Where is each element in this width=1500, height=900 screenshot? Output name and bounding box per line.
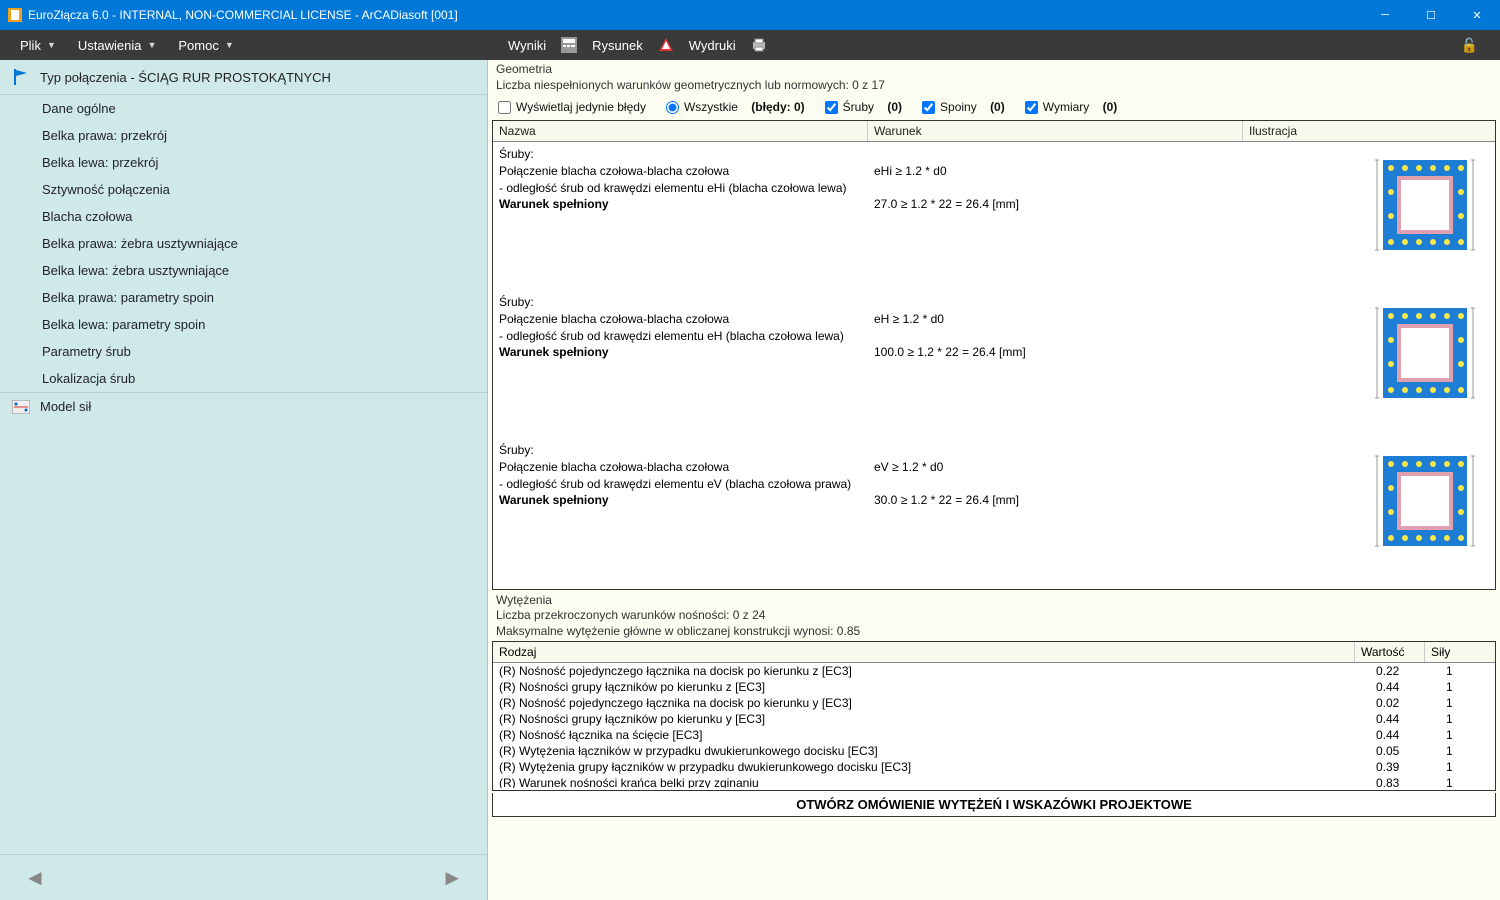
sidebar-item-6[interactable]: Belka lewa: żebra usztywniające xyxy=(0,257,487,284)
wytezenia-row[interactable]: (R) Nośność pojedynczego łącznika na doc… xyxy=(493,695,1495,711)
nav-arrows: ◄ ► xyxy=(0,854,487,900)
wytezenia-table: Rodzaj Wartość Siły (R) Nośność pojedync… xyxy=(492,641,1496,791)
wytezenia-row[interactable]: (R) Warunek nośności krańca belki przy z… xyxy=(493,775,1495,788)
lock-icon[interactable]: 🔓 xyxy=(1461,37,1478,54)
illustration-icon xyxy=(1375,298,1475,408)
close-button[interactable]: ✕ xyxy=(1454,0,1500,30)
sidebar-item-9[interactable]: Parametry śrub xyxy=(0,338,487,365)
geometria-table: Nazwa Warunek Ilustracja Śruby:Połączeni… xyxy=(492,120,1496,590)
maximize-button[interactable]: ☐ xyxy=(1408,0,1454,30)
sidebar-item-8[interactable]: Belka lewa: parametry spoin xyxy=(0,311,487,338)
prev-arrow[interactable]: ◄ xyxy=(24,865,46,891)
wytezenia-summary2: Maksymalne wytężenie główne w obliczanej… xyxy=(488,623,1500,639)
sidebar-item-10[interactable]: Lokalizacja śrub xyxy=(0,365,487,392)
sidebar-item-4[interactable]: Blacha czołowa xyxy=(0,203,487,230)
geometria-row[interactable]: Śruby:Połączenie blacha czołowa-blacha c… xyxy=(493,438,1495,586)
wytezenia-summary1: Liczba przekroczonych warunków nośności:… xyxy=(488,607,1500,623)
geometria-header-row: Nazwa Warunek Ilustracja xyxy=(493,121,1495,142)
content-panel: Geometria Liczba niespełnionych warunków… xyxy=(488,60,1500,900)
calculator-icon[interactable] xyxy=(560,36,578,54)
open-discussion-button[interactable]: OTWÓRZ OMÓWIENIE WYTĘŻEŃ I WSKAZÓWKI PRO… xyxy=(492,793,1496,817)
col-sily[interactable]: Siły xyxy=(1425,642,1495,662)
sidebar-item-1[interactable]: Belka prawa: przekrój xyxy=(0,122,487,149)
model-icon xyxy=(12,400,30,414)
warning-icon[interactable] xyxy=(657,36,675,54)
sidebar-item-2[interactable]: Belka lewa: przekrój xyxy=(0,149,487,176)
menu-rysunek[interactable]: Rysunek xyxy=(584,34,651,57)
printer-icon[interactable] xyxy=(750,36,768,54)
sidebar-item-model-sil[interactable]: Model sił xyxy=(0,392,487,420)
sidebar-header: Typ połączenia - ŚCIĄG RUR PROSTOKĄTNYCH xyxy=(0,60,487,95)
col-warunek[interactable]: Warunek xyxy=(868,121,1243,141)
col-ilustracja[interactable]: Ilustracja xyxy=(1243,121,1495,141)
wytezenia-row[interactable]: (R) Nośność pojedynczego łącznika na doc… xyxy=(493,663,1495,679)
sidebar: Typ połączenia - ŚCIĄG RUR PROSTOKĄTNYCH… xyxy=(0,60,488,900)
geometria-row[interactable]: Śruby:Połączenie blacha czołowa-blacha c… xyxy=(493,290,1495,438)
wytezenia-row[interactable]: (R) Wytężenia łączników w przypadku dwuk… xyxy=(493,743,1495,759)
menu-ustawienia[interactable]: Ustawienia▼ xyxy=(70,34,165,57)
geometria-summary: Liczba niespełnionych warunków geometryc… xyxy=(488,77,1500,96)
filter-errors-only[interactable]: Wyświetlaj jedynie błędy xyxy=(498,100,646,114)
geometria-title: Geometria xyxy=(488,60,1500,77)
nav-list: Dane ogólneBelka prawa: przekrójBelka le… xyxy=(0,95,487,854)
illustration-icon xyxy=(1375,446,1475,556)
sidebar-item-7[interactable]: Belka prawa: parametry spoin xyxy=(0,284,487,311)
illustration-icon xyxy=(1375,150,1475,260)
wytezenia-row[interactable]: (R) Nośność łącznika na ścięcie [EC3]0.4… xyxy=(493,727,1495,743)
menu-wyniki[interactable]: Wyniki xyxy=(500,34,554,57)
menubar: Plik▼ Ustawienia▼ Pomoc▼ Wyniki Rysunek … xyxy=(0,30,1500,60)
sidebar-item-0[interactable]: Dane ogólne xyxy=(0,95,487,122)
sidebar-title: Typ połączenia - ŚCIĄG RUR PROSTOKĄTNYCH xyxy=(40,70,331,85)
filter-wymiary[interactable]: Wymiary (0) xyxy=(1025,100,1118,114)
titlebar: EuroZłącza 6.0 - INTERNAL, NON-COMMERCIA… xyxy=(0,0,1500,30)
window-title: EuroZłącza 6.0 - INTERNAL, NON-COMMERCIA… xyxy=(28,8,1362,22)
filter-all[interactable]: Wszystkie (błędy: 0) xyxy=(666,100,805,114)
wytezenia-body[interactable]: (R) Nośność pojedynczego łącznika na doc… xyxy=(493,663,1495,788)
menu-plik[interactable]: Plik▼ xyxy=(12,34,64,57)
col-wartosc[interactable]: Wartość xyxy=(1355,642,1425,662)
geometria-body[interactable]: Śruby:Połączenie blacha czołowa-blacha c… xyxy=(493,142,1495,587)
flag-icon xyxy=(12,68,30,86)
geometria-row[interactable]: Śruby:Połączenie blacha czołowa-blacha c… xyxy=(493,142,1495,290)
filter-sruby[interactable]: Śruby (0) xyxy=(825,100,902,114)
next-arrow[interactable]: ► xyxy=(441,865,463,891)
minimize-button[interactable]: ─ xyxy=(1362,0,1408,30)
menu-wydruki[interactable]: Wydruki xyxy=(681,34,744,57)
menu-pomoc[interactable]: Pomoc▼ xyxy=(170,34,241,57)
col-nazwa[interactable]: Nazwa xyxy=(493,121,868,141)
wytezenia-header-row: Rodzaj Wartość Siły xyxy=(493,642,1495,663)
col-rodzaj[interactable]: Rodzaj xyxy=(493,642,1355,662)
sidebar-item-5[interactable]: Belka prawa: żebra usztywniające xyxy=(0,230,487,257)
wytezenia-row[interactable]: (R) Nośności grupy łączników po kierunku… xyxy=(493,711,1495,727)
app-icon xyxy=(8,8,22,22)
filters-row: Wyświetlaj jedynie błędy Wszystkie (błęd… xyxy=(488,96,1500,120)
wytezenia-title: Wytężenia xyxy=(488,590,1500,607)
filter-spoiny[interactable]: Spoiny (0) xyxy=(922,100,1005,114)
sidebar-item-3[interactable]: Sztywność połączenia xyxy=(0,176,487,203)
wytezenia-row[interactable]: (R) Wytężenia grupy łączników w przypadk… xyxy=(493,759,1495,775)
wytezenia-row[interactable]: (R) Nośności grupy łączników po kierunku… xyxy=(493,679,1495,695)
